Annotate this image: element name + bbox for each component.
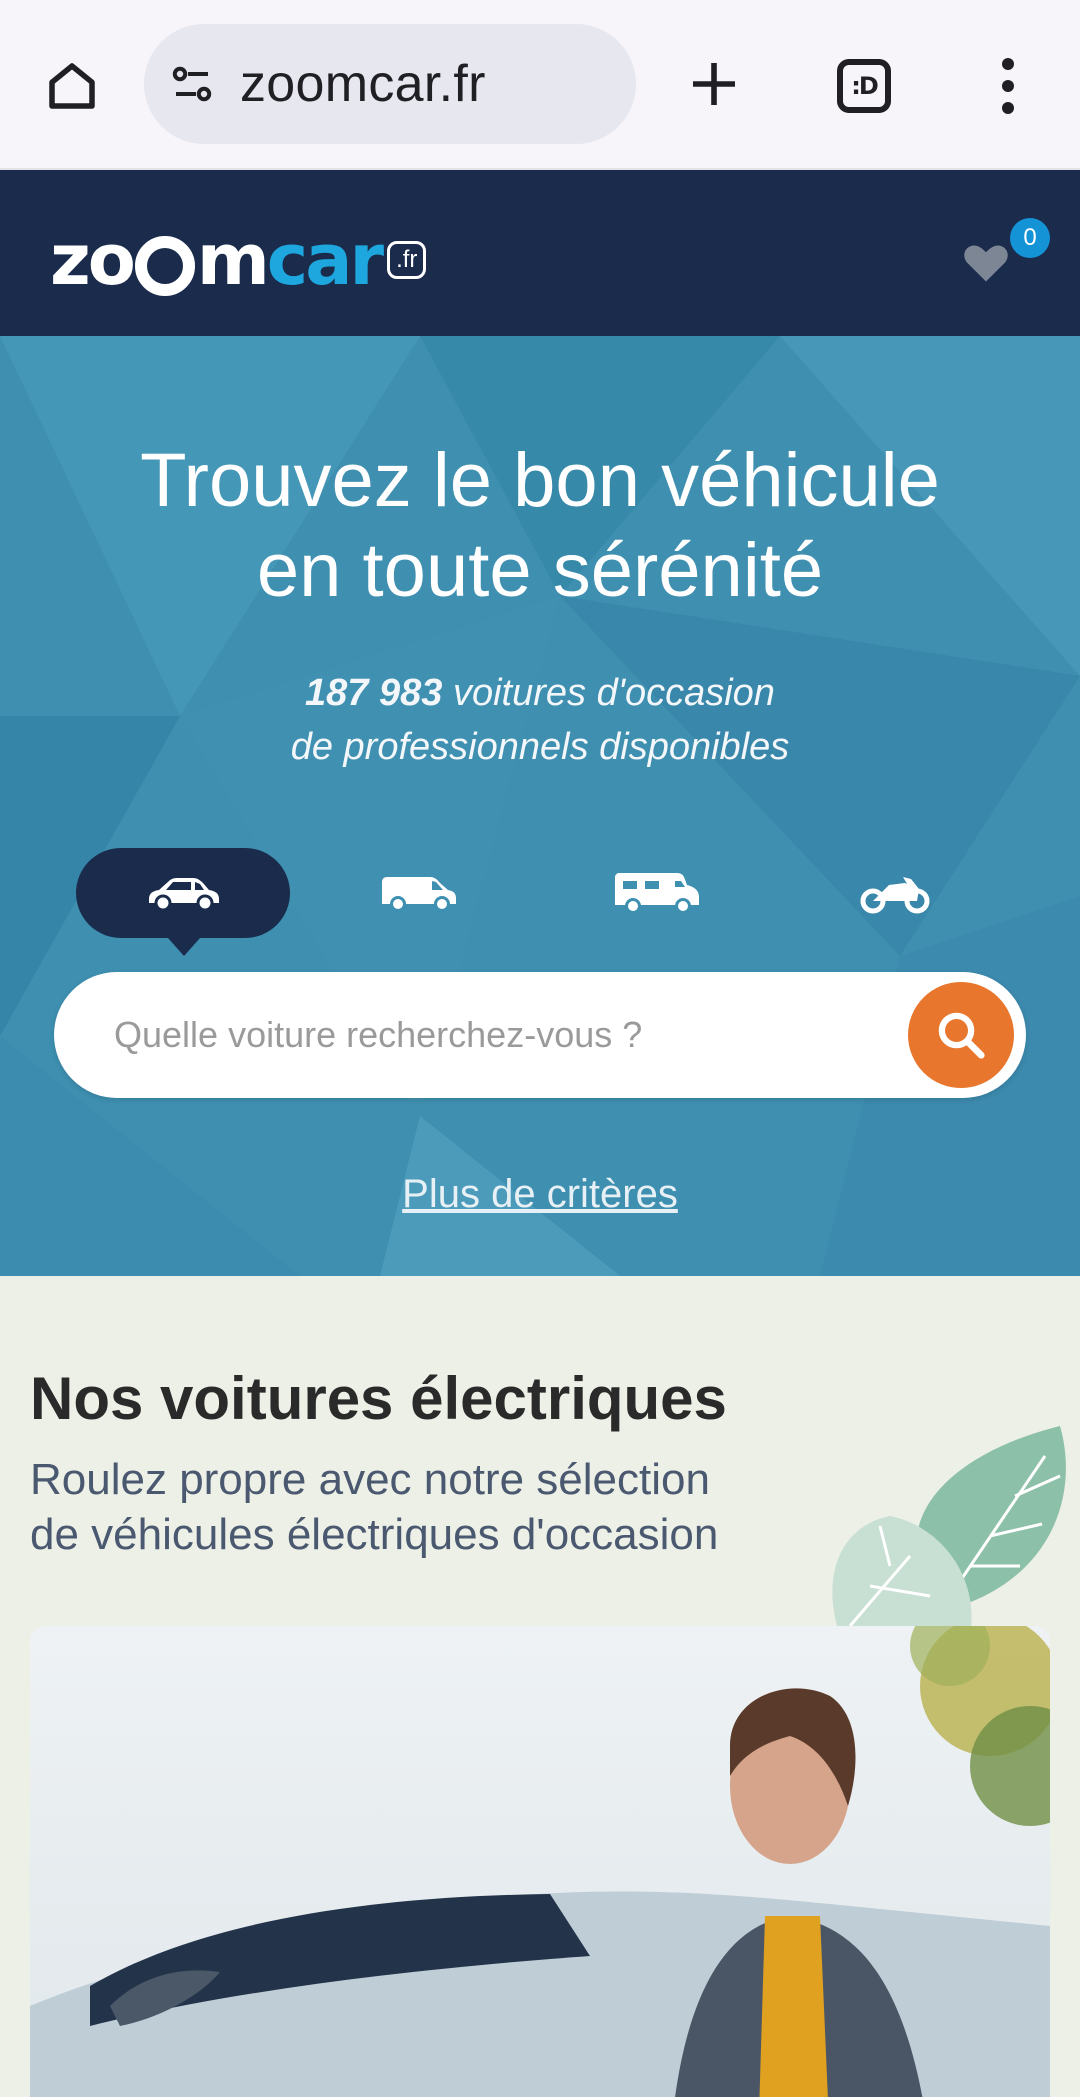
- favorites-button[interactable]: 0: [960, 218, 1050, 298]
- site-settings-icon[interactable]: [166, 58, 218, 110]
- van-icon: [382, 877, 456, 912]
- leaf-decoration-icon: [832, 1426, 1066, 1636]
- logo-part-car: car: [266, 219, 384, 301]
- favorites-count-badge: 0: [1010, 218, 1050, 258]
- logo-part-zo: zo: [50, 219, 136, 301]
- new-tab-button[interactable]: [680, 50, 748, 118]
- plus-icon: [693, 63, 735, 105]
- car-icon: [149, 878, 219, 912]
- home-icon: [49, 63, 95, 109]
- hero-subtitle-line2: de professionnels disponibles: [290, 726, 790, 768]
- logo-part-m: m: [196, 219, 270, 301]
- motorcycle-icon: [860, 877, 930, 914]
- tab-motorcycle[interactable]: [788, 848, 1002, 938]
- electric-subtitle-line2: de véhicules électriques d'occasion: [30, 1510, 719, 1559]
- vehicle-type-tabs: [76, 848, 1006, 956]
- electric-promo-photo[interactable]: [30, 1626, 1050, 2097]
- zoomcar-logo[interactable]: zo m car .fr: [50, 219, 427, 301]
- more-criteria-link[interactable]: Plus de critères: [402, 1172, 678, 1216]
- menu-dot: [1002, 58, 1014, 70]
- motorhome-icon: [615, 873, 699, 914]
- hero-title-line2: en toute sérénité: [256, 528, 824, 613]
- logo-tld: .fr: [387, 241, 427, 279]
- url-text[interactable]: zoomcar.fr: [240, 54, 486, 114]
- electric-section-title: Nos voitures électriques: [30, 1365, 727, 1432]
- browser-toolbar: zoomcar.fr :D: [0, 0, 1080, 170]
- browser-menu-button[interactable]: [980, 50, 1036, 122]
- site-header: zo m car .fr 0: [0, 170, 1080, 336]
- search-input[interactable]: [114, 1002, 894, 1068]
- logo-ring-icon: [134, 236, 195, 296]
- tab-car[interactable]: [76, 848, 290, 956]
- electric-subtitle-line1: Roulez propre avec notre sélection: [30, 1455, 710, 1504]
- home-button[interactable]: [38, 52, 106, 120]
- address-bar[interactable]: zoomcar.fr: [144, 24, 636, 144]
- search-box: [54, 972, 1026, 1098]
- search-icon: [938, 1012, 985, 1059]
- menu-dot: [1002, 102, 1014, 114]
- electric-section-subtitle: Roulez propre avec notre sélection de vé…: [30, 1452, 718, 1562]
- hero-subtitle-line1-rest: voitures d'occasion: [442, 672, 775, 714]
- more-criteria-link-row: Plus de critères: [0, 1172, 1080, 1217]
- tab-motorhome[interactable]: [550, 848, 764, 938]
- tab-count-icon: :D: [837, 59, 891, 113]
- hero-title: Trouvez le bon véhicule en toute sérénit…: [0, 436, 1080, 616]
- search-button[interactable]: [908, 982, 1014, 1088]
- electric-cars-section: Nos voitures électriques Roulez propre a…: [0, 1276, 1080, 2097]
- hero-section: Trouvez le bon véhicule en toute sérénit…: [0, 336, 1080, 1276]
- hero-subtitle: 187 983 voitures d'occasion de professio…: [0, 666, 1080, 774]
- tab-van[interactable]: [312, 848, 526, 938]
- listing-count: 187 983: [305, 672, 443, 714]
- heart-icon: [964, 245, 1008, 282]
- hero-subtitle-line1: 187 983 voitures d'occasion: [0, 666, 1080, 720]
- woman-with-electric-car-image: [30, 1626, 1050, 2097]
- tab-switcher-button[interactable]: :D: [830, 52, 898, 120]
- hero-title-line1: Trouvez le bon véhicule: [140, 438, 940, 523]
- menu-dot: [1002, 80, 1014, 92]
